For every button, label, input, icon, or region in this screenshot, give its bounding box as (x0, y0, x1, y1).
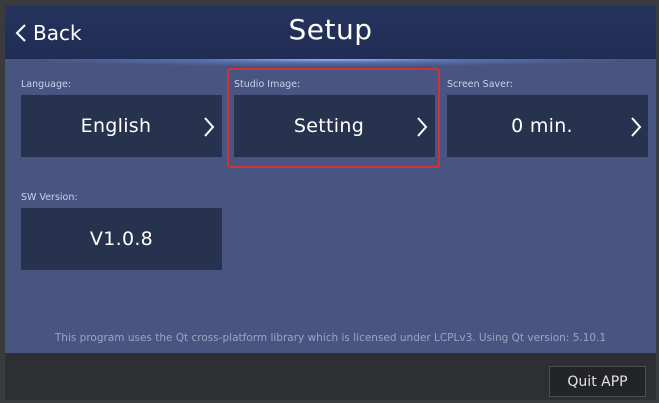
language-select[interactable]: English (21, 95, 222, 157)
setup-screen: Back Setup Language: English Studio Imag… (5, 5, 656, 400)
header-bar: Back Setup (5, 5, 656, 59)
screen-saver-label: Screen Saver: (447, 79, 513, 90)
page-title: Setup (288, 13, 373, 46)
license-notice: This program uses the Qt cross-platform … (54, 332, 607, 344)
chevron-right-icon (631, 117, 642, 137)
language-label: Language: (21, 79, 72, 90)
bottom-bar: Quit APP (5, 353, 656, 400)
sw-version-label: SW Version: (21, 192, 78, 203)
chevron-right-icon (204, 117, 215, 137)
sw-version-value: V1.0.8 (89, 228, 154, 250)
screen-saver-value: 0 min. (511, 115, 573, 137)
selection-highlight (227, 68, 440, 168)
sw-version-display: V1.0.8 (21, 208, 222, 270)
language-value: English (80, 115, 152, 137)
header-divider (5, 59, 656, 67)
quit-app-button[interactable]: Quit APP (549, 366, 646, 397)
screen-saver-select[interactable]: 0 min. (447, 95, 648, 157)
